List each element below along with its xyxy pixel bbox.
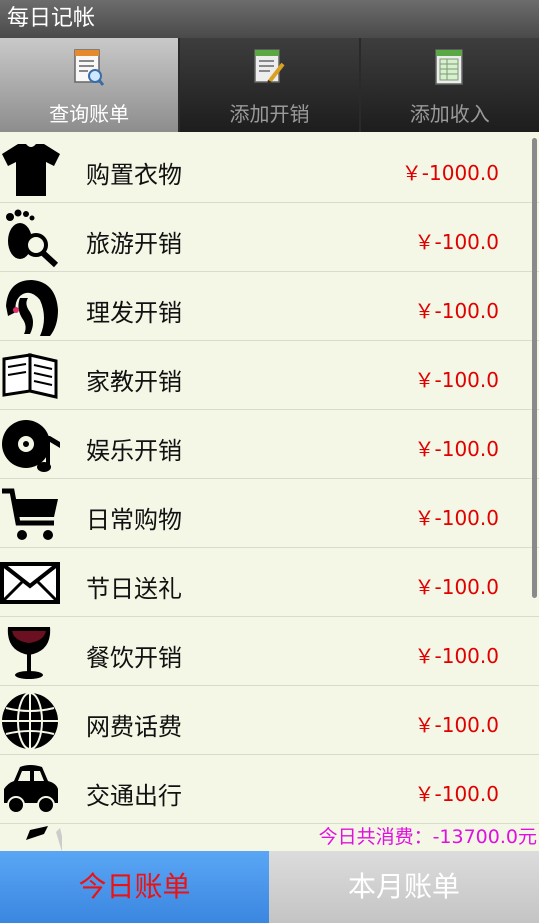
car-icon bbox=[4, 765, 58, 814]
item-amount: ￥-100.0 bbox=[414, 644, 499, 668]
item-amount: ￥-1000.0 bbox=[401, 161, 499, 185]
tshirt-icon bbox=[2, 144, 60, 196]
book-icon bbox=[2, 353, 58, 399]
item-name: 节日送礼 bbox=[86, 575, 182, 603]
partial-item-icon bbox=[26, 826, 66, 852]
item-name: 交通出行 bbox=[86, 782, 182, 810]
item-amount: ￥-100.0 bbox=[414, 368, 499, 392]
app-title: 每日记帐 bbox=[0, 0, 539, 38]
list-item[interactable]: 娱乐开销 ￥-100.0 bbox=[0, 410, 539, 479]
item-amount: ￥-100.0 bbox=[414, 575, 499, 599]
item-amount: ￥-100.0 bbox=[414, 782, 499, 806]
expense-list[interactable]: 购置衣物 ￥-1000.0 旅游开销 ￥-100.0 理发开销 ￥-100.0 bbox=[0, 134, 539, 851]
tab-query-bill[interactable]: 查询账单 bbox=[0, 38, 181, 132]
item-name: 理发开销 bbox=[86, 299, 182, 327]
spreadsheet-document-icon bbox=[435, 49, 463, 85]
item-name: 旅游开销 bbox=[86, 230, 182, 258]
item-name: 娱乐开销 bbox=[86, 437, 182, 465]
globe-icon bbox=[2, 692, 58, 750]
list-item[interactable]: 交通出行 ￥-100.0 bbox=[0, 755, 539, 824]
list-item[interactable]: 日常购物 ￥-100.0 bbox=[0, 479, 539, 548]
list-scrollbar[interactable] bbox=[532, 138, 537, 598]
item-name: 网费话费 bbox=[86, 713, 182, 741]
item-amount: ￥-100.0 bbox=[414, 299, 499, 323]
item-name: 家教开销 bbox=[86, 368, 182, 396]
item-amount: ￥-100.0 bbox=[414, 713, 499, 737]
today-bill-button[interactable]: 今日账单 bbox=[0, 851, 269, 923]
bottom-bar: 今日账单 本月账单 bbox=[0, 851, 539, 923]
list-item[interactable]: 网费话费 ￥-100.0 bbox=[0, 686, 539, 755]
query-document-icon bbox=[74, 49, 105, 86]
item-name: 餐饮开销 bbox=[86, 644, 182, 672]
music-disc-icon bbox=[2, 420, 60, 472]
daily-total: 今日共消费：-13700.0元 bbox=[318, 826, 537, 848]
list-item[interactable]: 旅游开销 ￥-100.0 bbox=[0, 203, 539, 272]
item-amount: ￥-100.0 bbox=[414, 506, 499, 530]
tab-query-bill-label: 查询账单 bbox=[49, 102, 130, 126]
tab-add-expense-label: 添加开销 bbox=[229, 102, 310, 126]
item-amount: ￥-100.0 bbox=[414, 230, 499, 254]
envelope-icon bbox=[0, 562, 60, 604]
list-item[interactable]: 理发开销 ￥-100.0 bbox=[0, 272, 539, 341]
list-item[interactable]: 节日送礼 ￥-100.0 bbox=[0, 548, 539, 617]
edit-document-icon bbox=[254, 49, 286, 85]
tab-bar: 查询账单 添加开销 添加收入 bbox=[0, 38, 539, 132]
tab-add-income[interactable]: 添加收入 bbox=[360, 38, 539, 132]
wine-glass-icon bbox=[7, 627, 51, 679]
item-name: 日常购物 bbox=[86, 506, 182, 534]
item-amount: ￥-100.0 bbox=[414, 437, 499, 461]
month-bill-button[interactable]: 本月账单 bbox=[269, 851, 539, 923]
footprint-search-icon bbox=[6, 209, 59, 268]
app-root: 每日记帐 查询账单 添加开销 添加收入 购置衣物 ￥-1000.0 旅游开销 ￥… bbox=[0, 0, 539, 923]
list-item[interactable]: 餐饮开销 ￥-100.0 bbox=[0, 617, 539, 686]
tab-add-income-label: 添加收入 bbox=[409, 102, 490, 126]
tab-add-expense[interactable]: 添加开销 bbox=[180, 38, 361, 132]
hair-icon bbox=[6, 280, 58, 336]
item-name: 购置衣物 bbox=[86, 161, 182, 189]
list-item[interactable]: 购置衣物 ￥-1000.0 bbox=[0, 134, 539, 203]
shopping-cart-icon bbox=[2, 488, 58, 540]
list-item[interactable]: 家教开销 ￥-100.0 bbox=[0, 341, 539, 410]
